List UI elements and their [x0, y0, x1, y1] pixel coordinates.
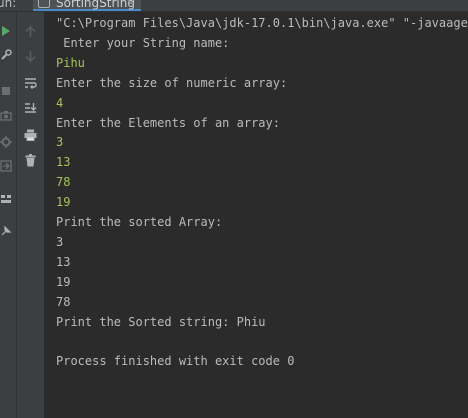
pin-icon[interactable] [0, 225, 12, 237]
console-output-line: "C:\Program Files\Java\jdk-17.0.1\bin\ja… [56, 16, 468, 30]
console-actions-toolbar [17, 12, 45, 418]
scroll-to-end-icon[interactable] [24, 102, 37, 114]
console-output-line: Enter your String name: [56, 35, 230, 50]
console-output-line: Enter the Elements of an array: [56, 115, 280, 130]
tab-sortingstring[interactable]: SortingString × [33, 0, 141, 11]
stop-icon[interactable] [1, 86, 11, 96]
layout-icon[interactable] [0, 194, 12, 204]
exit-icon[interactable] [0, 160, 12, 172]
console-output-line: 78 [56, 294, 71, 309]
console-input-line: 4 [56, 95, 64, 110]
run-config-icon [38, 0, 50, 8]
console-output-line: Print the Sorted string: Phiu [56, 314, 266, 329]
console-output-line: 13 [56, 254, 71, 269]
console-output-line: 3 [56, 234, 64, 249]
tab-title: SortingString [56, 0, 135, 10]
console-output-line: Process finished with exit code 0 [56, 354, 295, 369]
settings-icon[interactable] [0, 136, 12, 148]
trash-icon[interactable] [25, 154, 36, 167]
arrow-down-icon[interactable] [25, 50, 36, 62]
run-tool-window-header: un: SortingString × [0, 0, 468, 12]
run-label: un: [0, 0, 17, 10]
soft-wrap-icon[interactable] [24, 77, 37, 89]
console-input-line: 19 [56, 195, 71, 210]
run-actions-toolbar [0, 12, 17, 418]
console-output-line: Enter the size of numeric array: [56, 75, 288, 90]
console-input-line: 78 [56, 175, 71, 190]
console-input-line: Pihu [56, 55, 85, 70]
arrow-up-icon[interactable] [25, 26, 36, 38]
print-icon[interactable] [24, 129, 37, 141]
console-input-line: 3 [56, 135, 64, 150]
tab-close-icon[interactable]: × [126, 0, 135, 9]
console-input-line: 13 [56, 155, 71, 170]
console-output[interactable]: "C:\Program Files\Java\jdk-17.0.1\bin\ja… [45, 12, 468, 418]
console-output-line: 19 [56, 274, 71, 289]
console-output-line: Print the sorted Array: [56, 215, 223, 229]
camera-icon[interactable] [0, 110, 12, 121]
run-icon[interactable] [1, 25, 11, 37]
wrench-icon[interactable] [0, 49, 12, 61]
